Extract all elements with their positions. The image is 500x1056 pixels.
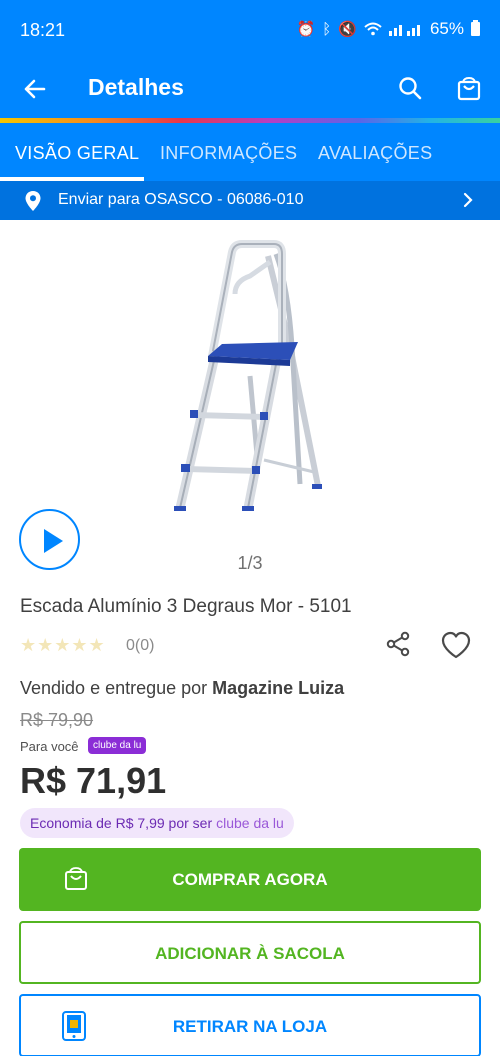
alarm-icon: ⏰ <box>296 21 316 38</box>
location-pin-icon <box>25 191 41 211</box>
status-icons: ⏰ ᛒ 🔇 65% <box>297 19 480 39</box>
rating-stars[interactable]: ★★★★★ <box>20 635 106 656</box>
bluetooth-icon: ᛒ <box>322 20 332 38</box>
seller-prefix: Vendido e entregue por <box>20 678 213 698</box>
status-time: 18:21 <box>20 20 66 40</box>
seller-info: Vendido e entregue por Magazine Luiza <box>20 678 344 699</box>
tab-reviews[interactable]: AVALIAÇÕES <box>318 143 432 164</box>
add-to-bag-button[interactable]: ADICIONAR À SACOLA <box>19 921 481 984</box>
buy-now-button[interactable]: COMPRAR AGORA <box>19 848 481 911</box>
page-title: Detalhes <box>88 74 184 100</box>
signal-icon <box>388 25 420 36</box>
app-bar: Detalhes <box>0 60 500 118</box>
product-title: Escada Alumínio 3 Degraus Mor - 5101 <box>20 596 352 617</box>
pickup-in-store-label: RETIRAR NA LOJA <box>172 1017 328 1036</box>
wifi-icon <box>364 22 382 36</box>
battery-icon <box>471 20 480 36</box>
pickup-in-store-button[interactable]: RETIRAR NA LOJA <box>19 994 481 1056</box>
tab-bar: VISÃO GERAL INFORMAÇÕES AVALIAÇÕES <box>0 123 500 181</box>
economy-pill: Economia de R$ 7,99 por ser clube da lu <box>20 808 294 838</box>
play-icon <box>44 529 63 553</box>
economy-clube-logo: clube da lu <box>216 815 284 831</box>
tab-overview[interactable]: VISÃO GERAL <box>15 143 139 164</box>
add-to-bag-label: ADICIONAR À SACOLA <box>155 944 345 963</box>
shopping-bag-icon[interactable] <box>452 72 486 106</box>
seller-name: Magazine Luiza <box>212 678 345 698</box>
clube-da-lu-badge: clube da lu <box>88 737 147 754</box>
share-icon[interactable] <box>384 630 412 658</box>
status-bar: 18:21 ⏰ ᛒ 🔇 65% <box>0 0 500 60</box>
search-icon[interactable] <box>394 72 428 106</box>
rating-count[interactable]: 0(0) <box>126 637 154 655</box>
tab-information[interactable]: INFORMAÇÕES <box>160 143 297 164</box>
mute-icon: 🔇 <box>338 21 357 38</box>
shipping-location-bar[interactable]: Enviar para OSASCO - 06086-010 <box>0 181 500 220</box>
shipping-text: Enviar para OSASCO - 06086-010 <box>58 191 304 208</box>
buy-now-label: COMPRAR AGORA <box>172 870 328 889</box>
battery-percent: 65% <box>429 19 464 38</box>
image-counter: 1/3 <box>237 553 263 573</box>
economy-text: Economia de R$ 7,99 por ser <box>30 815 213 831</box>
chevron-right-icon <box>463 192 473 208</box>
product-image[interactable] <box>150 236 350 526</box>
arrow-left-icon[interactable] <box>18 72 52 106</box>
favorite-heart-icon[interactable] <box>440 630 472 660</box>
current-price: R$ 71,91 <box>20 760 167 801</box>
old-price: R$ 79,90 <box>20 710 94 730</box>
for-you-label: Para você <box>20 739 79 754</box>
